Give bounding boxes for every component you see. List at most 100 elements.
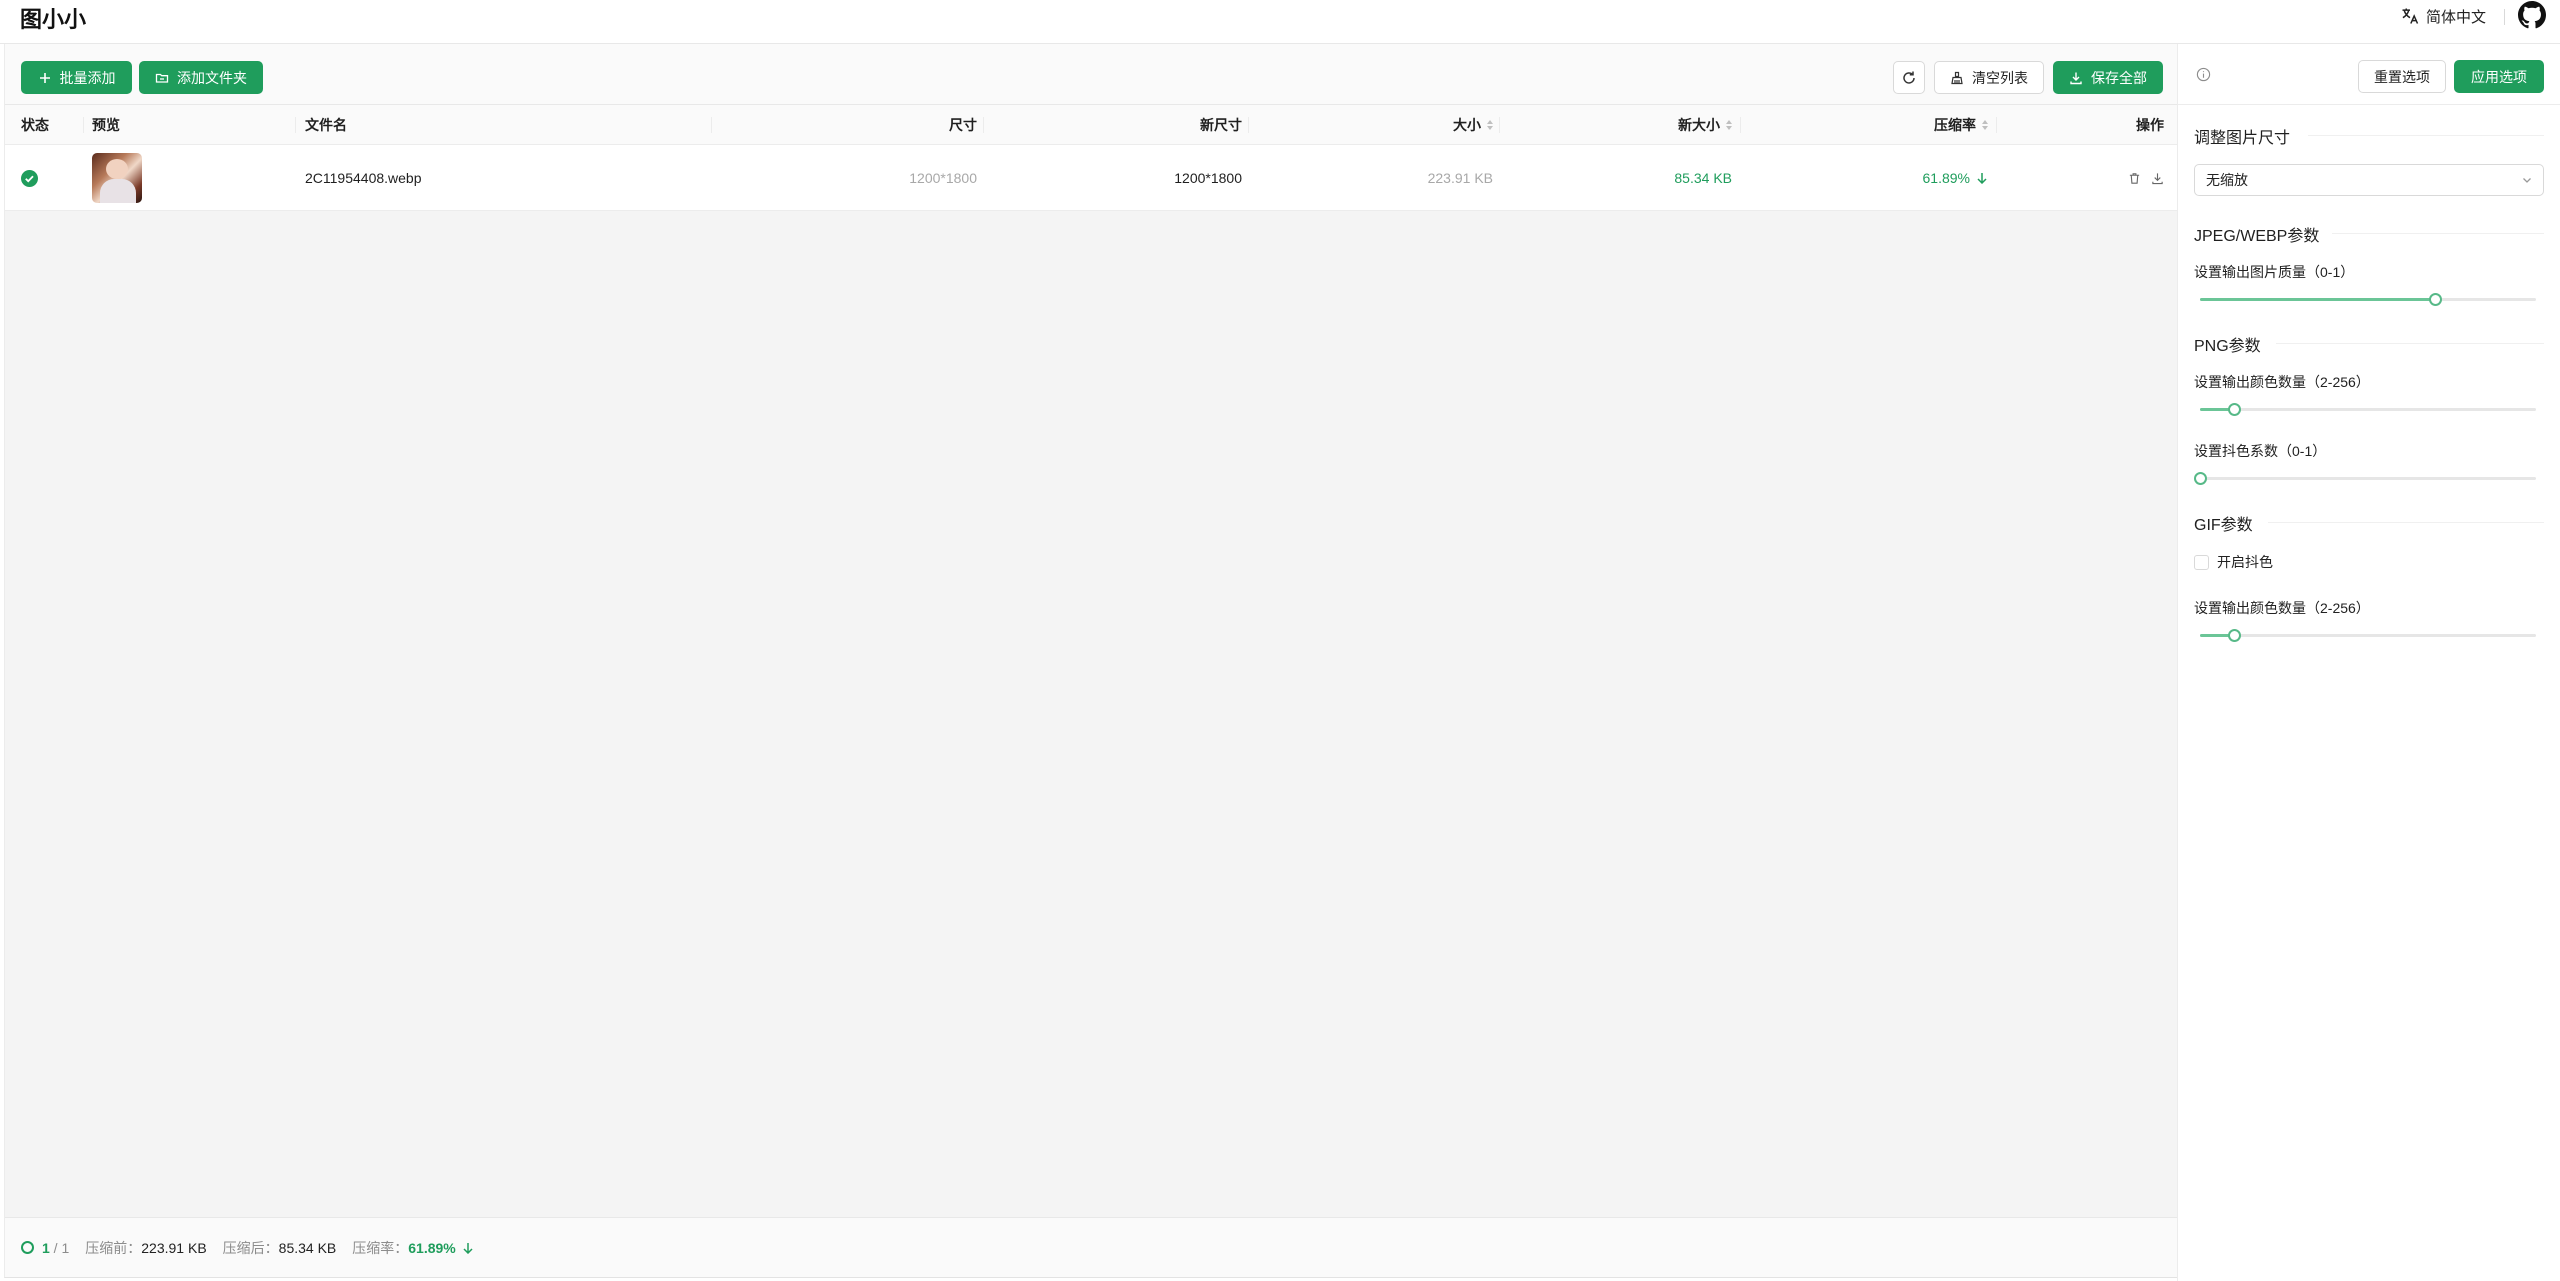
apply-options-button[interactable]: 应用选项 [2454,60,2544,93]
section-divider [2332,233,2544,234]
section-divider [2308,135,2544,136]
panel-toolbar: 重置选项 应用选项 [2178,44,2560,105]
png-section-title: PNG参数 [2194,338,2261,355]
count-separator: / [49,1239,62,1256]
slider-handle[interactable] [2228,403,2241,416]
download-icon [2070,72,2082,84]
download-icon[interactable] [2151,172,2164,185]
column-filesize[interactable]: 大小 [1453,105,1493,145]
language-label: 简体中文 [2425,8,2486,26]
column-separator [295,117,296,133]
gif-dither-checkbox[interactable]: 开启抖色 [2194,552,2273,572]
jpeg-section-title: JPEG/WEBP参数 [2194,228,2320,245]
column-filesize-label: 大小 [1453,117,1481,133]
refresh-button[interactable] [1893,61,1925,94]
png-dither-slider[interactable] [2194,472,2536,485]
column-separator [83,117,84,133]
column-new-filesize-label: 新大小 [1678,117,1720,133]
column-preview: 预览 [92,117,120,133]
slider-track [2200,298,2435,301]
folder-icon [155,73,169,83]
slider-handle[interactable] [2194,472,2207,485]
resize-section-title: 调整图片尺寸 [2194,130,2291,147]
png-colors-slider[interactable] [2200,403,2536,416]
gif-dither-label: 开启抖色 [2217,554,2273,570]
resize-select[interactable]: 无缩放 [2194,164,2544,196]
slider-handle[interactable] [2429,293,2442,306]
check-circle-icon [21,169,38,187]
translate-icon [2402,8,2419,24]
clear-list-label: 清空列表 [1972,69,2028,86]
column-separator [711,117,712,133]
ratio-value: 61.89% [1922,170,1970,186]
file-table: 状态 预览 文件名 尺寸 新尺寸 大小 新大小 压缩率 操作 2C1195440… [5,105,2178,211]
jpeg-quality-slider[interactable] [2200,293,2536,306]
sort-icon [1726,120,1732,130]
refresh-icon [1903,71,1915,84]
before-value: 223.91 KB [141,1239,207,1256]
dimensions-cell: 1200*1800 [909,170,977,186]
column-separator [1996,117,1997,133]
ratio-label: 压缩率： [352,1239,409,1256]
save-all-label: 保存全部 [2091,69,2147,86]
arrow-down-icon [463,1242,473,1254]
preview-thumbnail[interactable] [92,153,142,203]
sort-icon [1982,120,1988,130]
slider-handle[interactable] [2228,629,2241,642]
ratio-cell: 61.89% [1923,145,1988,211]
after-label: 压缩后： [222,1239,279,1256]
app-header: 图小小 简体中文 [0,0,2560,44]
column-size: 尺寸 [949,117,977,133]
language-switch[interactable]: 简体中文 [2400,4,2486,28]
resize-select-value: 无缩放 [2206,172,2248,188]
ratio-value: 61.89% [408,1239,456,1256]
gif-section-title: GIF参数 [2194,517,2253,534]
preview-cell [92,145,142,211]
slider-rail [2200,408,2536,411]
column-new-size: 新尺寸 [1200,117,1242,133]
clear-list-button[interactable]: 清空列表 [1934,61,2044,94]
section-divider [2276,343,2544,344]
add-folder-label: 添加文件夹 [177,69,247,86]
jpeg-quality-label: 设置输出图片质量（0-1） [2194,264,2355,280]
batch-add-button[interactable]: 批量添加 [21,61,132,94]
column-ratio[interactable]: 压缩率 [1934,105,1988,145]
gif-colors-slider[interactable] [2200,629,2536,642]
section-divider [2268,522,2544,523]
column-ratio-label: 压缩率 [1934,117,1976,133]
filesize-cell: 223.91 KB [1427,170,1493,186]
status-cell [21,145,38,211]
options-panel: 重置选项 应用选项 调整图片尺寸 无缩放 JPEG/WEBP参数 设置输出图片质… [2177,44,2560,1281]
after-value: 85.34 KB [278,1239,337,1256]
toolbar: 批量添加 添加文件夹 清空列表 保存全部 [5,44,2178,105]
checkbox-box[interactable] [2194,554,2209,570]
main-area: 批量添加 添加文件夹 清空列表 保存全部 状态 预览 文件名 尺寸 新尺寸 大小… [4,44,2178,1278]
filename-cell: 2C11954408.webp [305,170,422,186]
before-label: 压缩前： [85,1239,142,1256]
column-new-filesize[interactable]: 新大小 [1678,105,1732,145]
app-title: 图小小 [20,7,87,32]
github-icon[interactable] [2518,1,2546,29]
done-count: 1 [42,1239,50,1256]
png-colors-label: 设置输出颜色数量（2-256） [2194,374,2370,390]
arrow-down-icon [1977,173,1987,184]
save-all-button[interactable]: 保存全部 [2053,61,2163,94]
new-filesize-cell: 85.34 KB [1674,170,1732,186]
reset-options-button[interactable]: 重置选项 [2358,60,2446,93]
actions-cell [2128,145,2164,211]
progress-ring-icon [21,1241,34,1254]
status-bar: 1 / 1 压缩前： 223.91 KB 压缩后： 85.34 KB 压缩率： … [5,1217,2178,1277]
table-row: 2C11954408.webp 1200*1800 1200*1800 223.… [5,145,2178,211]
slider-rail [2200,634,2536,637]
delete-icon[interactable] [2128,172,2141,185]
broom-icon [1951,71,1963,84]
gif-colors-label: 设置输出颜色数量（2-256） [2194,600,2370,616]
png-dither-label: 设置抖色系数（0-1） [2194,443,2327,459]
slider-rail [2200,477,2536,480]
column-filename: 文件名 [305,117,347,133]
table-header: 状态 预览 文件名 尺寸 新尺寸 大小 新大小 压缩率 操作 [5,105,2178,145]
reset-options-label: 重置选项 [2374,68,2430,85]
add-folder-button[interactable]: 添加文件夹 [139,61,263,94]
batch-add-label: 批量添加 [59,69,116,86]
info-icon[interactable] [2196,67,2211,82]
